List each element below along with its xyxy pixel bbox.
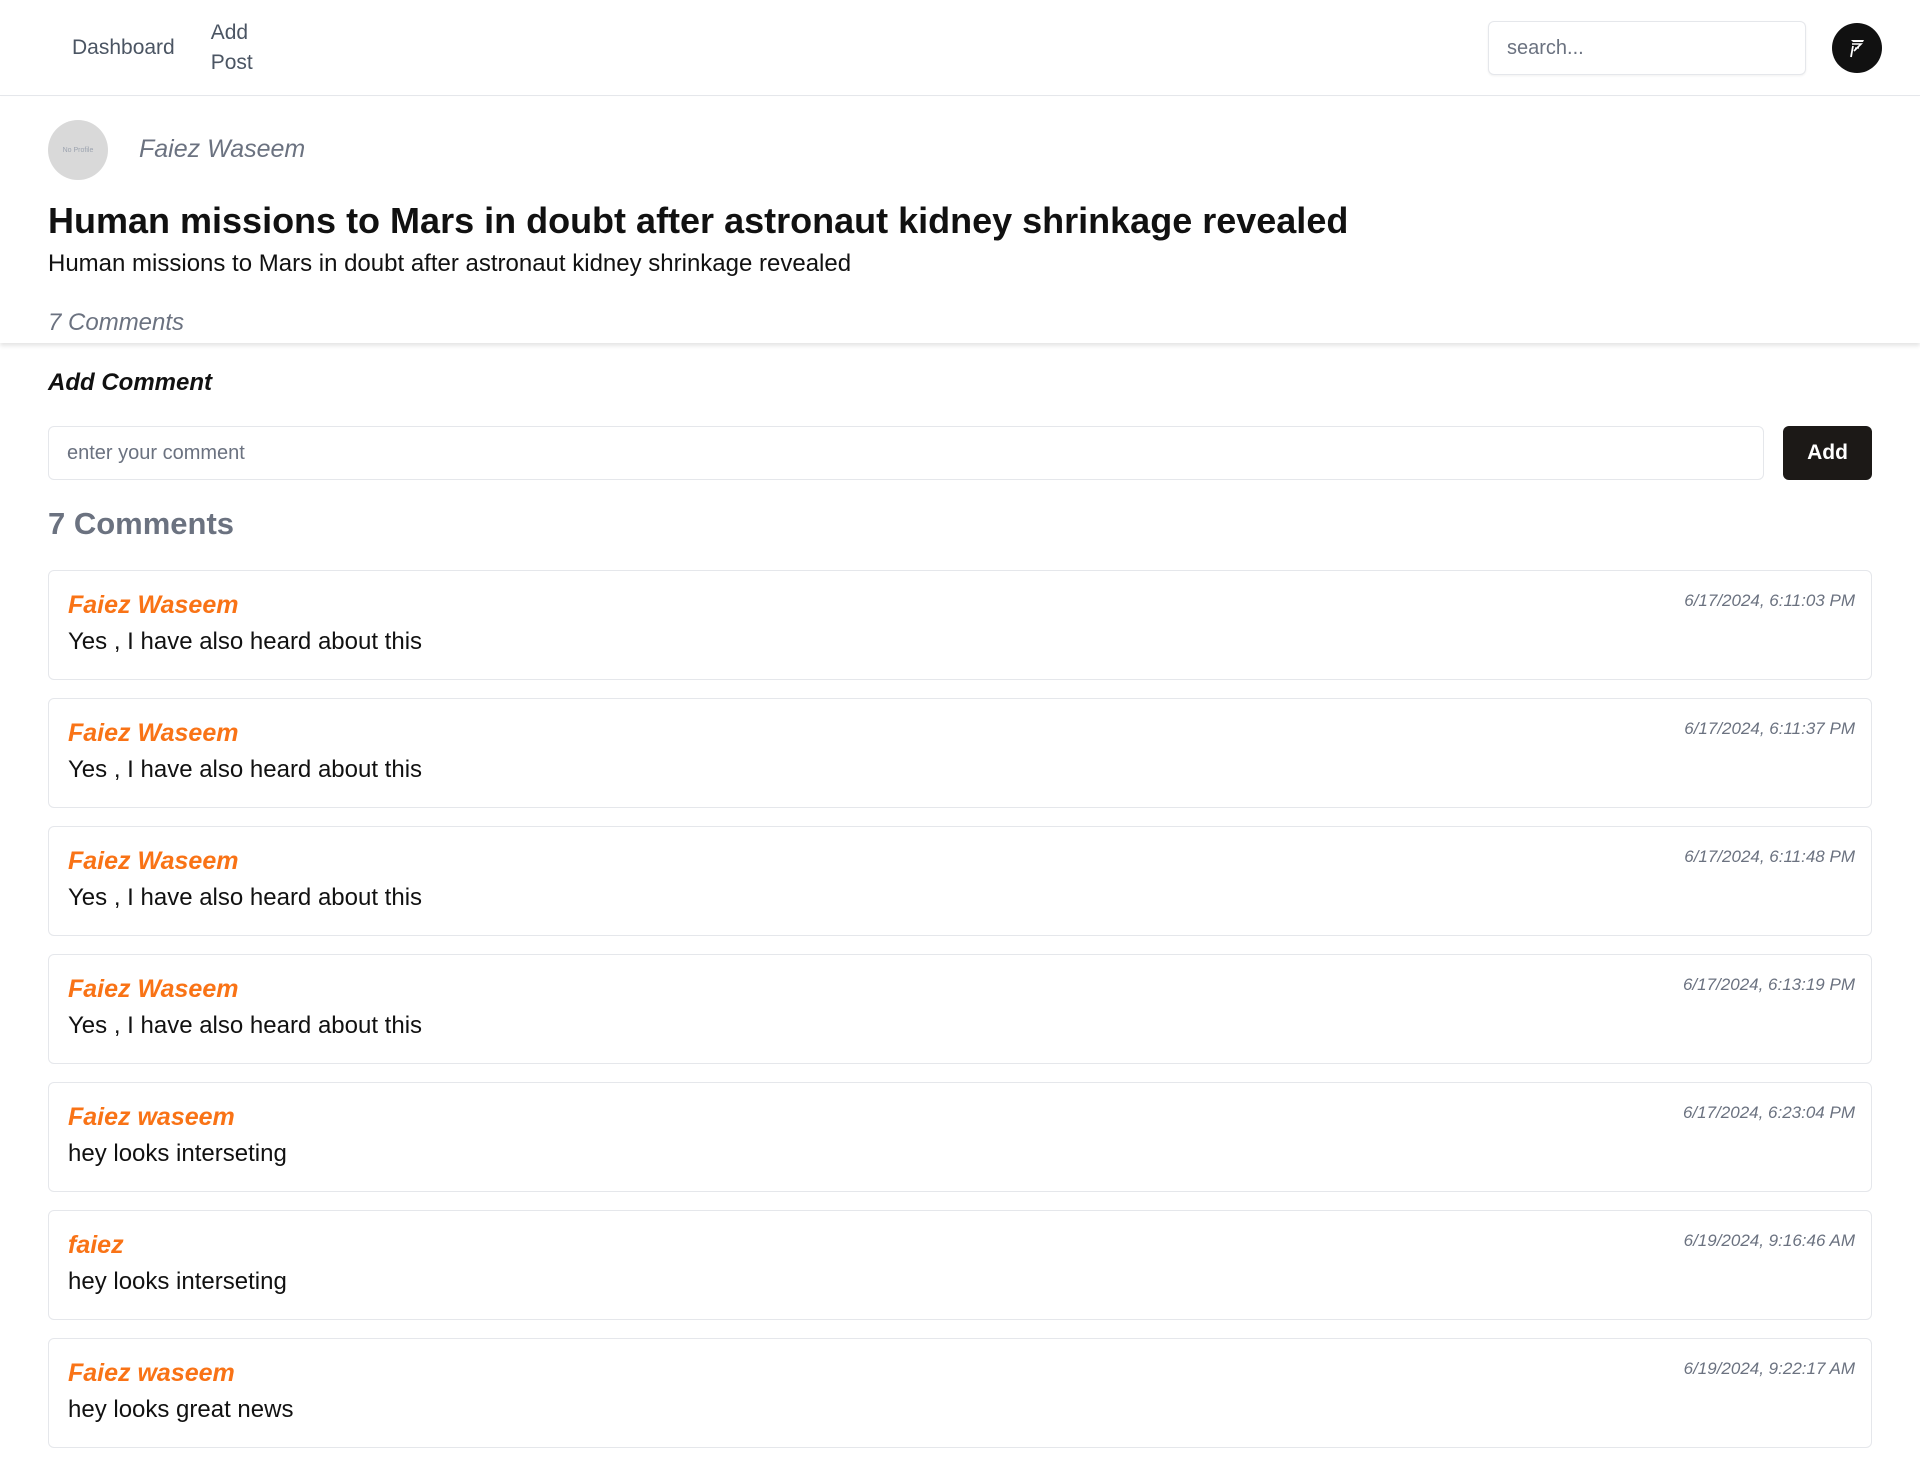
comment-text: Yes , I have also heard about this (68, 884, 423, 911)
nav-dashboard-link[interactable]: Dashboard (72, 33, 175, 63)
comment-text: hey looks interseting (68, 1268, 287, 1295)
comment-input[interactable] (48, 426, 1764, 480)
comment-author: Faiez Waseem (68, 591, 239, 619)
comment-author: Faiez Waseem (68, 847, 239, 875)
comment-author: Faiez waseem (68, 1103, 235, 1131)
avatar-placeholder-text: No Profile (62, 146, 94, 154)
comment-timestamp: 6/17/2024, 6:11:48 PM (1684, 847, 1855, 866)
comment-text: Yes , I have also heard about this (68, 1012, 423, 1039)
comments-heading: 7 Comments (48, 506, 235, 541)
nav-add-post-line2: Post (210, 51, 253, 74)
search-input[interactable] (1488, 21, 1806, 75)
comment-timestamp: 6/17/2024, 6:11:37 PM (1684, 719, 1855, 738)
comment-text: Yes , I have also heard about this (68, 756, 423, 783)
comment-author: faiez (68, 1231, 124, 1259)
comment-card: Faiez Waseem 6/17/2024, 6:11:37 PM Yes ,… (48, 698, 1872, 808)
author-avatar: No Profile (48, 120, 108, 180)
brand-logo-glyph (1850, 40, 1864, 58)
nav-add-post-link[interactable]: Add Post (211, 18, 271, 78)
comment-card: Faiez waseem 6/19/2024, 9:22:17 AM hey l… (48, 1338, 1872, 1448)
post-title: Human missions to Mars in doubt after as… (48, 200, 1349, 241)
comment-card: Faiez waseem 6/17/2024, 6:23:04 PM hey l… (48, 1082, 1872, 1192)
add-comment-button[interactable]: Add (1783, 426, 1872, 480)
comment-timestamp: 6/17/2024, 6:11:03 PM (1684, 591, 1855, 610)
comment-text: hey looks great news (68, 1396, 294, 1423)
comment-text: hey looks interseting (68, 1140, 287, 1167)
comment-card: faiez 6/19/2024, 9:16:46 AM hey looks in… (48, 1210, 1872, 1320)
post-description: Human missions to Mars in doubt after as… (48, 250, 852, 277)
brand-logo-icon[interactable] (1832, 23, 1882, 73)
comment-card: Faiez Waseem 6/17/2024, 6:11:03 PM Yes ,… (48, 570, 1872, 680)
nav-links: Dashboard Add Post (72, 0, 271, 96)
comment-author: Faiez Waseem (68, 719, 239, 747)
comment-timestamp: 6/17/2024, 6:13:19 PM (1682, 975, 1855, 994)
post-comments-count: 7 Comments (48, 309, 185, 336)
post-author-name: Faiez Waseem (139, 135, 306, 163)
nav-add-post-line1: Add (210, 21, 249, 44)
comment-timestamp: 6/19/2024, 9:16:46 AM (1683, 1231, 1855, 1250)
comment-card: Faiez Waseem 6/17/2024, 6:13:19 PM Yes ,… (48, 954, 1872, 1064)
comment-list: Faiez Waseem 6/17/2024, 6:11:03 PM Yes ,… (48, 570, 1872, 1465)
add-comment-label: Add Comment (48, 369, 212, 396)
post-header: No Profile Faiez Waseem Human missions t… (0, 97, 1920, 343)
comment-author: Faiez waseem (68, 1359, 235, 1387)
top-navbar: Dashboard Add Post (0, 0, 1920, 96)
comment-timestamp: 6/19/2024, 9:22:17 AM (1683, 1359, 1855, 1378)
comment-text: Yes , I have also heard about this (68, 628, 423, 655)
comment-author: Faiez Waseem (68, 975, 239, 1003)
comment-card: Faiez Waseem 6/17/2024, 6:11:48 PM Yes ,… (48, 826, 1872, 936)
comment-timestamp: 6/17/2024, 6:23:04 PM (1682, 1103, 1855, 1122)
